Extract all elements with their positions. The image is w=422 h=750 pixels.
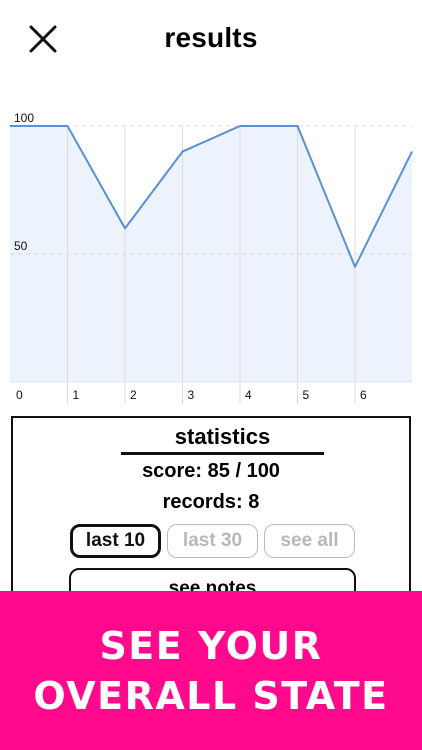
header: results [0, 0, 422, 80]
chart-xtick-label: 4 [245, 388, 252, 402]
score-chart: 50 100 0 1 2 3 4 5 6 [0, 110, 422, 410]
statistics-title: statistics [121, 424, 324, 455]
chart-xtick-label: 6 [360, 388, 367, 402]
chart-xtick-label: 3 [188, 388, 195, 402]
score-chart-svg: 50 100 0 1 2 3 4 5 6 [9, 111, 413, 404]
banner-line-2: OVERALL STATE [33, 673, 389, 718]
chart-ytick-label: 50 [14, 239, 28, 253]
last-30-button[interactable]: last 30 [167, 524, 258, 558]
banner-line-1: SEE YOUR [99, 623, 323, 668]
chart-xtick-label: 0 [16, 388, 23, 402]
records-text: records: 8 [162, 491, 260, 513]
chart-xtick-label: 1 [73, 388, 80, 402]
last-10-button[interactable]: last 10 [70, 524, 161, 558]
promo-banner: SEE YOUR OVERALL STATE [0, 591, 422, 750]
page-title: results [164, 22, 258, 53]
chart-ytick-label: 100 [14, 111, 34, 125]
see-all-button[interactable]: see all [264, 524, 355, 558]
score-text: score: 85 / 100 [142, 460, 280, 482]
chart-xtick-label: 5 [303, 388, 310, 402]
statistics-card: statistics score: 85 / 100 records: 8 la… [11, 416, 411, 616]
chart-xtick-label: 2 [130, 388, 137, 402]
